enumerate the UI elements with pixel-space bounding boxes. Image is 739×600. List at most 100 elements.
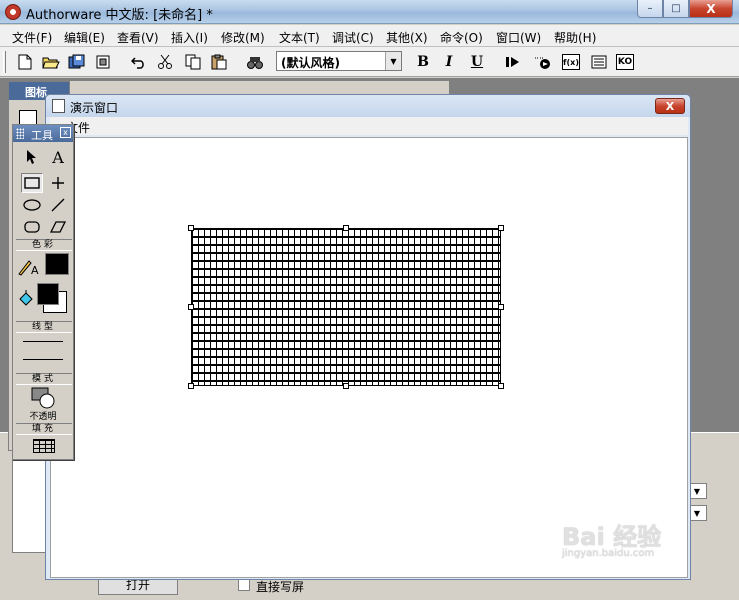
scissors-icon	[158, 54, 172, 69]
authorware-logo-icon	[5, 4, 21, 20]
import-button[interactable]	[92, 51, 114, 73]
tools-title: 工具	[31, 129, 53, 142]
open-file-button[interactable]	[40, 51, 62, 73]
menu-edit[interactable]: 编辑(E)	[64, 29, 105, 46]
arrow-pointer-icon	[27, 150, 36, 164]
fill-section-label: 填充	[16, 423, 72, 435]
undo-icon	[131, 57, 144, 69]
minimize-button[interactable]: –	[637, 0, 663, 18]
fill-pattern-brick-swatch[interactable]	[33, 439, 55, 453]
open-folder-icon	[42, 57, 60, 69]
knowledge-objects-button[interactable]: KO	[616, 54, 634, 70]
presentation-window-icon	[52, 99, 65, 113]
oval-tool[interactable]	[21, 195, 43, 215]
mode-section-label: 模式	[16, 373, 72, 385]
text-style-value: (默认风格)	[281, 56, 340, 70]
resize-handle-bottom[interactable]	[343, 383, 349, 389]
menu-modify[interactable]: 修改(M)	[221, 29, 265, 46]
diagonal-line-tool[interactable]	[47, 195, 69, 215]
restart-button[interactable]	[502, 51, 524, 73]
new-file-icon	[18, 54, 32, 70]
polygon-tool[interactable]	[47, 217, 69, 237]
crosshair-icon	[52, 177, 64, 189]
menu-debug[interactable]: 调试(C)	[332, 29, 374, 46]
underline-button[interactable]: U	[466, 51, 488, 73]
properties-list[interactable]	[12, 457, 46, 553]
oval-icon	[23, 199, 41, 211]
menu-help[interactable]: 帮助(H)	[554, 29, 596, 46]
text-style-select[interactable]: (默认风格) ▼	[276, 51, 402, 71]
line-style-sample[interactable]	[23, 359, 63, 360]
menu-window[interactable]: 窗口(W)	[496, 29, 541, 46]
cut-button[interactable]	[154, 51, 176, 73]
resize-handle-right[interactable]	[498, 304, 504, 310]
find-button[interactable]	[244, 51, 266, 73]
presentation-menu-bar: 文件	[50, 117, 688, 135]
window-title: Authorware 中文版: [未命名] *	[26, 8, 213, 23]
save-all-button[interactable]	[66, 51, 88, 73]
copy-button[interactable]	[182, 51, 204, 73]
menu-view[interactable]: 查看(V)	[117, 29, 159, 46]
menu-file[interactable]: 文件(F)	[12, 29, 52, 46]
toolbar-grip[interactable]	[3, 51, 6, 73]
rounded-rectangle-tool[interactable]	[21, 217, 43, 237]
mode-value: 不透明	[29, 412, 57, 422]
presentation-canvas[interactable]	[50, 137, 688, 578]
copy-icon	[185, 54, 201, 70]
mode-opaque-icon[interactable]	[31, 387, 57, 409]
play-icon	[506, 57, 519, 67]
resize-handle-top-right[interactable]	[498, 225, 504, 231]
resize-handle-top[interactable]	[343, 225, 349, 231]
presentation-title-bar: 演示窗口 X	[46, 95, 690, 117]
line-tool-straight[interactable]	[47, 173, 69, 193]
menu-bar: 文件(F) 编辑(E) 查看(V) 插入(I) 修改(M) 文本(T) 调试(C…	[0, 25, 739, 47]
resize-handle-left[interactable]	[188, 304, 194, 310]
line-section-label: 线型	[16, 321, 72, 333]
polygon-icon	[50, 221, 66, 233]
bold-button[interactable]: B	[412, 51, 434, 73]
svg-text:A: A	[31, 264, 39, 276]
authorware-main-window: Authorware 中文版: [未命名] * – □ X 文件(F) 编辑(E…	[0, 0, 739, 600]
variables-list-icon	[591, 55, 607, 69]
direct-to-screen-checkbox[interactable]	[238, 579, 250, 591]
new-file-button[interactable]	[14, 51, 36, 73]
menu-text[interactable]: 文本(T)	[279, 29, 320, 46]
menu-command[interactable]: 命令(O)	[440, 29, 483, 46]
menu-insert[interactable]: 插入(I)	[171, 29, 208, 46]
line-color-swatch[interactable]	[45, 253, 69, 275]
functions-button[interactable]: f(x)	[562, 54, 580, 70]
watermark-text: Bai 经验	[562, 523, 662, 551]
save-all-icon	[68, 54, 85, 69]
control-panel-button[interactable]	[532, 51, 554, 73]
foreground-color-swatch[interactable]	[37, 283, 59, 305]
drag-grip-icon[interactable]	[16, 128, 24, 139]
chevron-down-icon[interactable]: ▼	[385, 52, 401, 70]
text-tool[interactable]: A	[47, 147, 69, 167]
paste-button[interactable]	[208, 51, 230, 73]
paste-icon	[211, 54, 227, 70]
rounded-rectangle-icon	[24, 221, 40, 233]
close-button[interactable]: X	[689, 0, 733, 18]
import-icon	[96, 55, 110, 69]
pointer-tool[interactable]	[21, 147, 43, 167]
line-style-sample[interactable]	[23, 341, 63, 342]
rectangle-icon	[24, 177, 40, 189]
title-bar: Authorware 中文版: [未命名] * – □ X	[0, 0, 739, 24]
tools-close-button[interactable]: x	[60, 127, 71, 138]
presentation-close-button[interactable]: X	[655, 98, 685, 114]
tools-title-bar[interactable]: 工具 x	[13, 125, 73, 142]
undo-button[interactable]	[128, 51, 150, 73]
italic-button[interactable]: I	[438, 51, 460, 73]
maximize-button[interactable]: □	[663, 0, 689, 18]
rectangle-tool[interactable]	[21, 173, 43, 193]
line-color-pencil-icon: A	[17, 257, 39, 277]
resize-handle-bottom-right[interactable]	[498, 383, 504, 389]
menu-other[interactable]: 其他(X)	[386, 29, 428, 46]
resize-handle-top-left[interactable]	[188, 225, 194, 231]
diagonal-line-icon	[51, 198, 65, 212]
fill-bucket-icon	[15, 289, 37, 309]
direct-to-screen-label: 直接写屏	[256, 580, 305, 594]
brick-filled-rectangle[interactable]	[191, 228, 501, 386]
variables-button[interactable]	[588, 51, 610, 73]
resize-handle-bottom-left[interactable]	[188, 383, 194, 389]
